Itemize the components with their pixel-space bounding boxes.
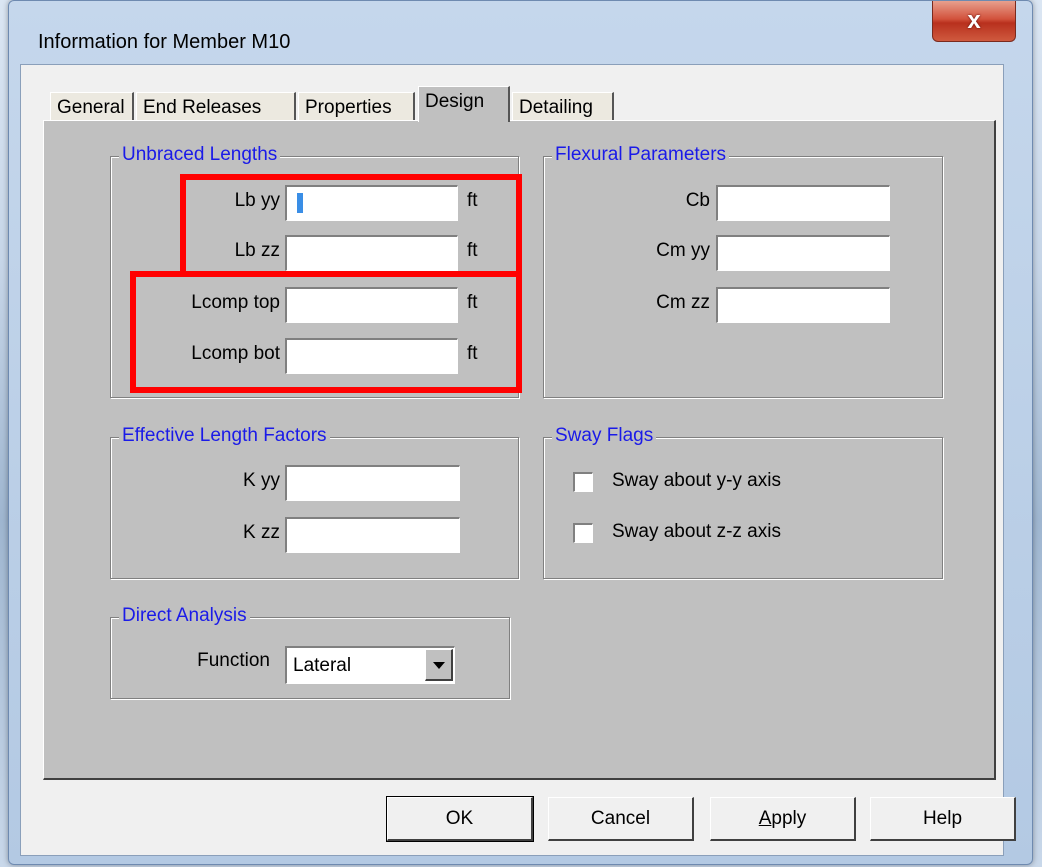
flexural-parameters-title: Flexural Parameters (552, 144, 730, 166)
function-dropdown[interactable]: Lateral (285, 646, 455, 684)
sway-flags-title: Sway Flags (552, 425, 657, 447)
tab-end-releases[interactable]: End Releases (136, 92, 296, 120)
sway-yy-checkbox[interactable] (573, 472, 593, 492)
apply-label-rest: pply (771, 807, 807, 829)
sway-zz-checkbox[interactable] (573, 523, 593, 543)
highlight-box-lcomp (130, 271, 522, 393)
effective-length-factors-group: Effective Length Factors (110, 425, 519, 579)
cm-zz-field[interactable] (716, 287, 890, 323)
close-icon: x (967, 7, 981, 34)
sway-flags-group: Sway Flags (543, 425, 943, 579)
k-yy-label: K yy (243, 470, 280, 491)
cm-zz-label: Cm zz (656, 292, 710, 313)
ok-button[interactable]: OK (386, 796, 534, 842)
close-button[interactable]: x (932, 1, 1016, 42)
cb-label: Cb (685, 190, 710, 211)
apply-mnemonic: A (758, 807, 772, 829)
dropdown-arrow-button[interactable] (425, 649, 453, 681)
cm-yy-field[interactable] (716, 235, 890, 271)
cm-yy-label: Cm yy (656, 240, 710, 261)
k-yy-field[interactable] (285, 465, 460, 501)
tab-detailing[interactable]: Detailing (512, 92, 614, 120)
help-button[interactable]: Help (870, 797, 1016, 841)
tab-properties[interactable]: Properties (298, 92, 415, 120)
sway-zz-label[interactable]: Sway about z-z axis (612, 521, 781, 543)
chevron-down-icon (432, 661, 445, 669)
k-zz-label: K zz (243, 522, 280, 543)
cb-field[interactable] (716, 185, 890, 221)
cancel-button[interactable]: Cancel (548, 797, 694, 841)
sway-yy-label[interactable]: Sway about y-y axis (612, 470, 781, 492)
unbraced-lengths-title: Unbraced Lengths (119, 144, 281, 166)
direct-analysis-title: Direct Analysis (119, 605, 250, 627)
tab-design[interactable]: Design (418, 86, 510, 122)
function-label: Function (197, 650, 270, 671)
function-value: Lateral (293, 655, 352, 676)
window-title: Information for Member M10 (38, 31, 291, 53)
apply-button[interactable]: Apply (710, 797, 856, 841)
highlight-box-lb (180, 174, 522, 277)
tab-general[interactable]: General (50, 92, 134, 120)
effective-length-factors-title: Effective Length Factors (119, 425, 330, 447)
k-zz-field[interactable] (285, 517, 460, 553)
